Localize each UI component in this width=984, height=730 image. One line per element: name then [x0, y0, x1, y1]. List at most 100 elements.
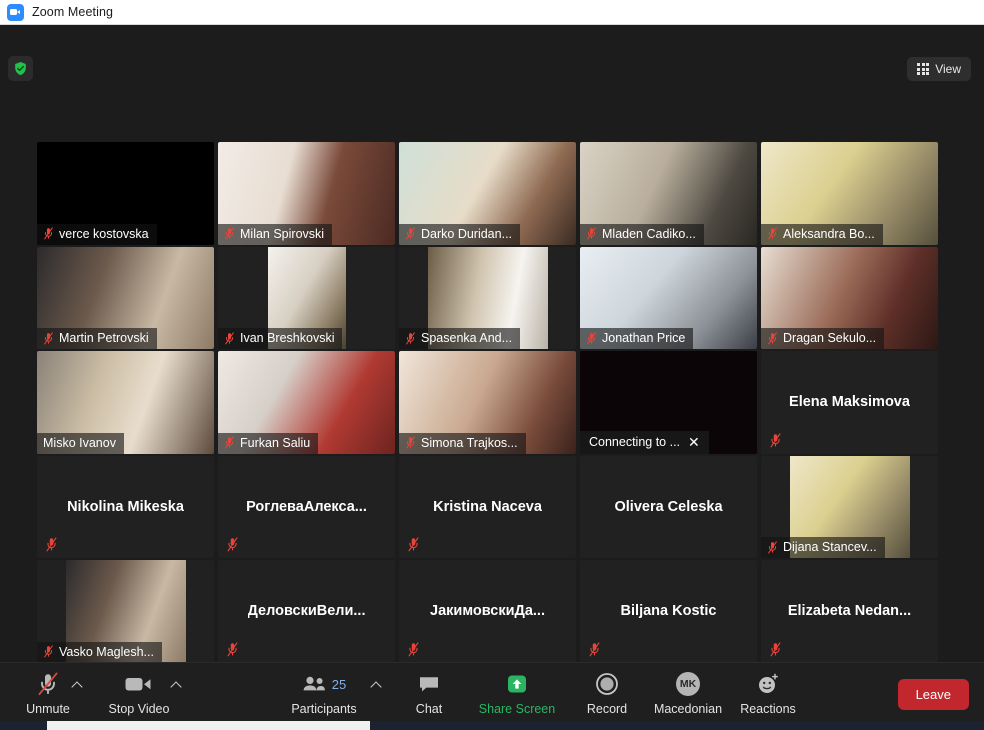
participant-name: Vasko Maglesh...: [59, 644, 154, 659]
participant-tile[interactable]: Dijana Stancev...: [759, 455, 940, 560]
leave-button[interactable]: Leave: [897, 679, 969, 710]
participant-tile[interactable]: Kristina Naceva: [397, 455, 578, 560]
muted-microphone-icon: [768, 540, 777, 553]
participant-tile[interactable]: Dragan Sekulo...: [759, 246, 940, 351]
muted-microphone-icon: [225, 436, 234, 449]
window-title: Zoom Meeting: [32, 5, 114, 19]
participant-tile[interactable]: Biljana Kostic: [578, 559, 759, 664]
mute-indicator: [226, 537, 239, 552]
participant-nameplate: Milan Spirovski: [218, 223, 333, 245]
muted-microphone-icon: [768, 227, 777, 240]
participant-nameplate: Misko Ivanov: [37, 432, 124, 454]
muted-microphone-icon: [768, 331, 777, 344]
participant-tile[interactable]: Simona Trajkos...: [397, 350, 578, 455]
participant-tile[interactable]: Martin Petrovski: [35, 246, 216, 351]
participant-name: Darko Duridan...: [421, 226, 513, 241]
muted-microphone-icon: [227, 537, 238, 552]
muted-microphone-icon: [227, 641, 238, 656]
share-screen-icon: [505, 669, 529, 699]
interpretation-badge-label: MK: [676, 672, 700, 696]
participant-tile[interactable]: Jonathan Price: [578, 246, 759, 351]
stop-video-label: Stop Video: [108, 702, 170, 716]
participant-nameplate: Mladen Cadiko...: [580, 223, 704, 245]
participant-name: Misko Ivanov: [43, 435, 116, 450]
muted-microphone-icon: [770, 641, 781, 656]
participant-tile[interactable]: Misko Ivanov: [35, 350, 216, 455]
video-options-caret-icon[interactable]: [171, 679, 183, 691]
reactions-button[interactable]: Reactions: [720, 669, 816, 716]
interpretation-label: Macedonian: [653, 702, 723, 716]
participant-name-centered: РоглеваАлекса...: [218, 456, 395, 559]
participant-nameplate: verce kostovska: [37, 223, 157, 245]
participant-name-centered: Olivera Celeska: [580, 456, 757, 559]
mute-indicator: [226, 641, 239, 657]
close-icon[interactable]: ✕: [688, 435, 700, 449]
share-screen-button[interactable]: Share Screen: [469, 669, 565, 716]
muted-microphone-icon: [770, 432, 781, 447]
muted-microphone-icon: [225, 331, 234, 344]
participant-name: Milan Spirovski: [240, 226, 325, 241]
participant-nameplate: Martin Petrovski: [37, 328, 157, 349]
participant-nameplate: Vasko Maglesh...: [37, 641, 162, 663]
horizontal-scrollbar[interactable]: [0, 721, 984, 730]
participant-name: ЈакимовскиДа...: [430, 603, 545, 620]
participant-tile[interactable]: Elizabeta Nedan...: [759, 559, 940, 664]
muted-microphone-icon: [46, 537, 57, 552]
participant-gallery: verce kostovska Milan Spirovski Darko Duri…: [35, 141, 943, 664]
participant-nameplate: Ivan Breshkovski: [218, 328, 343, 349]
audio-options-caret-icon[interactable]: [72, 679, 84, 691]
muted-microphone-icon: [225, 227, 234, 240]
participant-tile[interactable]: РоглеваАлекса...: [216, 455, 397, 560]
unmute-button[interactable]: Unmute: [0, 669, 96, 716]
view-button[interactable]: View: [907, 57, 971, 81]
participant-tile[interactable]: Connecting to ... ✕: [578, 350, 759, 455]
participant-tile[interactable]: Aleksandra Bo...: [759, 141, 940, 246]
unmute-label: Unmute: [26, 702, 70, 716]
muted-microphone-icon: [406, 436, 415, 449]
participant-tile[interactable]: Vasko Maglesh...: [35, 559, 216, 664]
muted-microphone-icon: [44, 227, 53, 240]
participant-name: Jonathan Price: [602, 331, 686, 345]
grid-view-icon: [917, 63, 930, 75]
participant-name: Elena Maksimova: [789, 394, 910, 411]
participants-button[interactable]: 25 Participants: [276, 669, 372, 717]
participant-tile[interactable]: Spasenka And...: [397, 246, 578, 351]
participants-label: Participants: [291, 702, 357, 716]
horizontal-scrollbar-thumb[interactable]: [47, 721, 370, 730]
zoom-logo-icon: [7, 3, 24, 21]
participant-tile[interactable]: ЈакимовскиДа...: [397, 559, 578, 664]
muted-microphone-icon: [587, 331, 596, 344]
participant-nameplate: Aleksandra Bo...: [761, 223, 883, 245]
meeting-toolbar: Unmute Stop Video 25 Participants Chat S…: [0, 662, 984, 730]
mute-indicator: [769, 432, 782, 448]
security-shield-icon[interactable]: [8, 56, 33, 81]
participant-tile[interactable]: Darko Duridan...: [397, 141, 578, 246]
participant-tile[interactable]: Mladen Cadiko...: [578, 141, 759, 246]
participant-tile[interactable]: verce kostovska: [35, 141, 216, 246]
muted-microphone-icon: [408, 537, 419, 552]
participant-name: РоглеваАлекса...: [246, 498, 367, 515]
stop-video-button[interactable]: Stop Video: [91, 669, 187, 716]
participant-name: Aleksandra Bo...: [783, 226, 875, 241]
participant-name: Nikolina Mikeska: [67, 498, 184, 515]
connecting-status: Connecting to ... ✕: [580, 430, 709, 454]
participants-icon: 25: [302, 669, 346, 699]
participant-name: Mladen Cadiko...: [602, 226, 696, 241]
muted-microphone-icon: [44, 645, 53, 658]
mute-indicator: [407, 537, 420, 552]
participant-tile[interactable]: ДеловскиВели...: [216, 559, 397, 664]
participant-tile[interactable]: Elena Maksimova: [759, 350, 940, 455]
participant-tile[interactable]: Olivera Celeska: [578, 455, 759, 560]
participant-name: ДеловскиВели...: [247, 603, 366, 620]
chat-button[interactable]: Chat: [381, 669, 477, 716]
participant-tile[interactable]: Furkan Saliu: [216, 350, 397, 455]
participant-name: Kristina Naceva: [433, 498, 542, 515]
participant-tile[interactable]: Ivan Breshkovski: [216, 246, 397, 351]
participant-tile[interactable]: Nikolina Mikeska: [35, 455, 216, 560]
participant-tile[interactable]: Milan Spirovski: [216, 141, 397, 246]
participant-name-centered: ЈакимовскиДа...: [399, 560, 576, 663]
participant-nameplate: Dragan Sekulo...: [761, 328, 885, 349]
participant-nameplate: Furkan Saliu: [218, 432, 319, 454]
participant-nameplate: Darko Duridan...: [399, 223, 521, 245]
meeting-window: View verce kostovska Milan Spirovski Darko…: [0, 25, 984, 730]
